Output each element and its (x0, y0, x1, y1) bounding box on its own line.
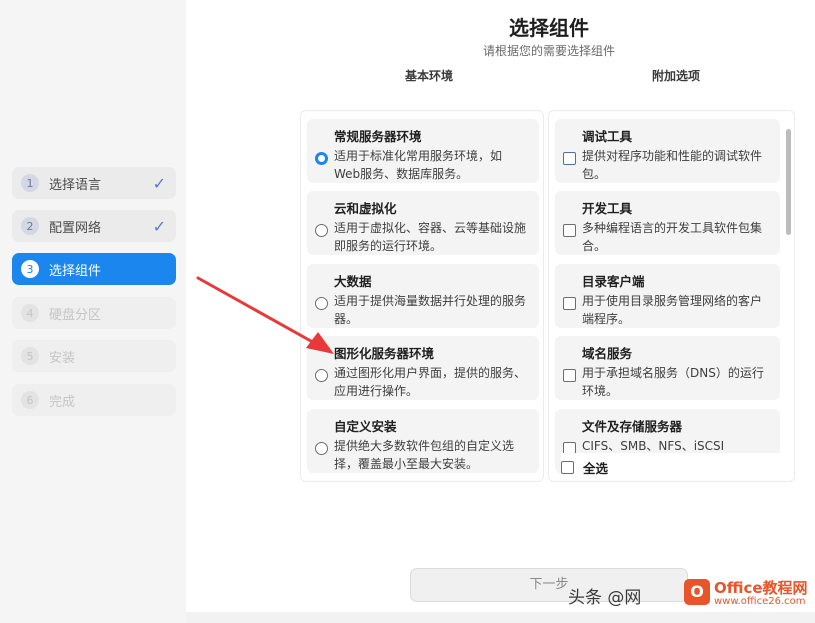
step-disk-partition: 4 硬盘分区 (12, 297, 176, 329)
env-option-general-server[interactable]: 常规服务器环境 适用于标准化常用服务环境，如Web服务、数据库服务。 (307, 119, 539, 183)
checkbox[interactable] (563, 152, 576, 165)
step-configure-network[interactable]: 2 配置网络 ✓ (12, 210, 176, 242)
env-name: 图形化服务器环境 (334, 346, 435, 361)
radio-button[interactable] (315, 297, 328, 310)
step-label: 选择组件 (49, 263, 102, 279)
office-logo-icon: O (684, 579, 710, 605)
env-name: 自定义安装 (334, 419, 397, 434)
env-name: 常规服务器环境 (334, 129, 422, 144)
addon-name: 开发工具 (582, 201, 633, 216)
env-description: 适用于虚拟化、容器、云等基础设施即服务的运行环境。 (334, 221, 527, 253)
addon-description: 提供对程序功能和性能的调试软件包。 (582, 149, 763, 181)
env-description: 适用于标准化常用服务环境，如Web服务、数据库服务。 (334, 149, 503, 181)
step-label: 安装 (49, 350, 76, 366)
select-all-label: 全选 (583, 460, 609, 476)
base-environment-heading: 基本环境 (405, 69, 454, 83)
page-subtitle: 请根据您的需要选择组件 (482, 44, 615, 58)
checkbox[interactable] (563, 369, 576, 382)
env-option-cloud-virtualization[interactable]: 云和虚拟化 适用于虚拟化、容器、云等基础设施即服务的运行环境。 (307, 191, 539, 255)
addon-scrollbar[interactable] (786, 129, 791, 235)
addon-option-debug-tools[interactable]: 调试工具 提供对程序功能和性能的调试软件包。 (555, 119, 780, 183)
watermark-text: 头条 @网 (568, 588, 642, 608)
step-label: 选择语言 (49, 177, 102, 193)
step-number: 4 (21, 304, 39, 322)
step-label: 配置网络 (49, 220, 102, 236)
radio-button[interactable] (315, 224, 328, 237)
addons-heading: 附加选项 (652, 69, 701, 83)
addon-option-dev-tools[interactable]: 开发工具 多种编程语言的开发工具软件包集合。 (555, 191, 780, 255)
step-finish: 6 完成 (12, 384, 176, 416)
radio-button[interactable] (315, 369, 328, 382)
addon-description: 用于承担域名服务（DNS）的运行环境。 (582, 366, 764, 398)
env-description: 通过图形化用户界面，提供的服务、应用进行操作。 (334, 366, 527, 398)
addon-option-dns[interactable]: 域名服务 用于承担域名服务（DNS）的运行环境。 (555, 336, 780, 400)
step-sidebar: 1 选择语言 ✓ 2 配置网络 ✓ 3 选择组件 4 硬盘分区 5 安装 6 完… (0, 0, 186, 623)
select-all[interactable]: 全选 (561, 453, 791, 481)
watermark-url: www.office26.com (714, 596, 806, 607)
step-number: 5 (21, 347, 39, 365)
env-description: 适用于提供海量数据并行处理的服务器。 (334, 294, 527, 326)
page-title: 选择组件 (509, 16, 589, 40)
step-install: 5 安装 (12, 340, 176, 372)
step-number: 1 (21, 174, 39, 192)
watermark-brand: Office教程网 (714, 579, 808, 597)
env-option-custom-install[interactable]: 自定义安装 提供绝大多数软件包组的自定义选择，覆盖最小至最大安装。 (307, 409, 539, 473)
select-all-checkbox[interactable] (561, 460, 574, 474)
checkbox[interactable] (563, 297, 576, 310)
addon-name: 目录客户端 (582, 274, 645, 289)
step-number: 6 (21, 391, 39, 409)
step-label: 完成 (49, 394, 76, 410)
addon-option-directory-client[interactable]: 目录客户端 用于使用目录服务管理网络的客户端程序。 (555, 264, 780, 328)
base-environment-list: 常规服务器环境 适用于标准化常用服务环境，如Web服务、数据库服务。 云和虚拟化… (300, 110, 544, 482)
step-number: 3 (21, 260, 39, 278)
step-number: 2 (21, 217, 39, 235)
checkbox[interactable] (563, 224, 576, 237)
checkmark-icon: ✓ (152, 216, 166, 236)
addon-name: 文件及存储服务器 (582, 419, 683, 434)
main-content: 选择组件 请根据您的需要选择组件 基本环境 附加选项 常规服务器环境 适用于标准… (186, 0, 815, 612)
checkmark-icon: ✓ (152, 173, 166, 193)
addon-description: 多种编程语言的开发工具软件包集合。 (582, 221, 763, 253)
addon-name: 调试工具 (582, 129, 633, 144)
env-option-graphical-server[interactable]: 图形化服务器环境 通过图形化用户界面，提供的服务、应用进行操作。 (307, 336, 539, 400)
radio-button[interactable] (315, 442, 328, 455)
addon-name: 域名服务 (582, 346, 633, 361)
env-option-big-data[interactable]: 大数据 适用于提供海量数据并行处理的服务器。 (307, 264, 539, 328)
step-label: 硬盘分区 (49, 307, 102, 323)
radio-button[interactable] (315, 152, 328, 165)
env-name: 大数据 (334, 274, 372, 289)
addon-description: 用于使用目录服务管理网络的客户端程序。 (582, 294, 763, 326)
step-select-components[interactable]: 3 选择组件 (12, 253, 176, 285)
step-select-language[interactable]: 1 选择语言 ✓ (12, 167, 176, 199)
addon-list: 调试工具 提供对程序功能和性能的调试软件包。 开发工具 多种编程语言的开发工具软… (548, 110, 795, 482)
watermark: 头条 @网 O Office教程网 www.office26.com (560, 575, 815, 615)
env-description: 提供绝大多数软件包组的自定义选择，覆盖最小至最大安装。 (334, 439, 515, 471)
env-name: 云和虚拟化 (334, 201, 397, 216)
